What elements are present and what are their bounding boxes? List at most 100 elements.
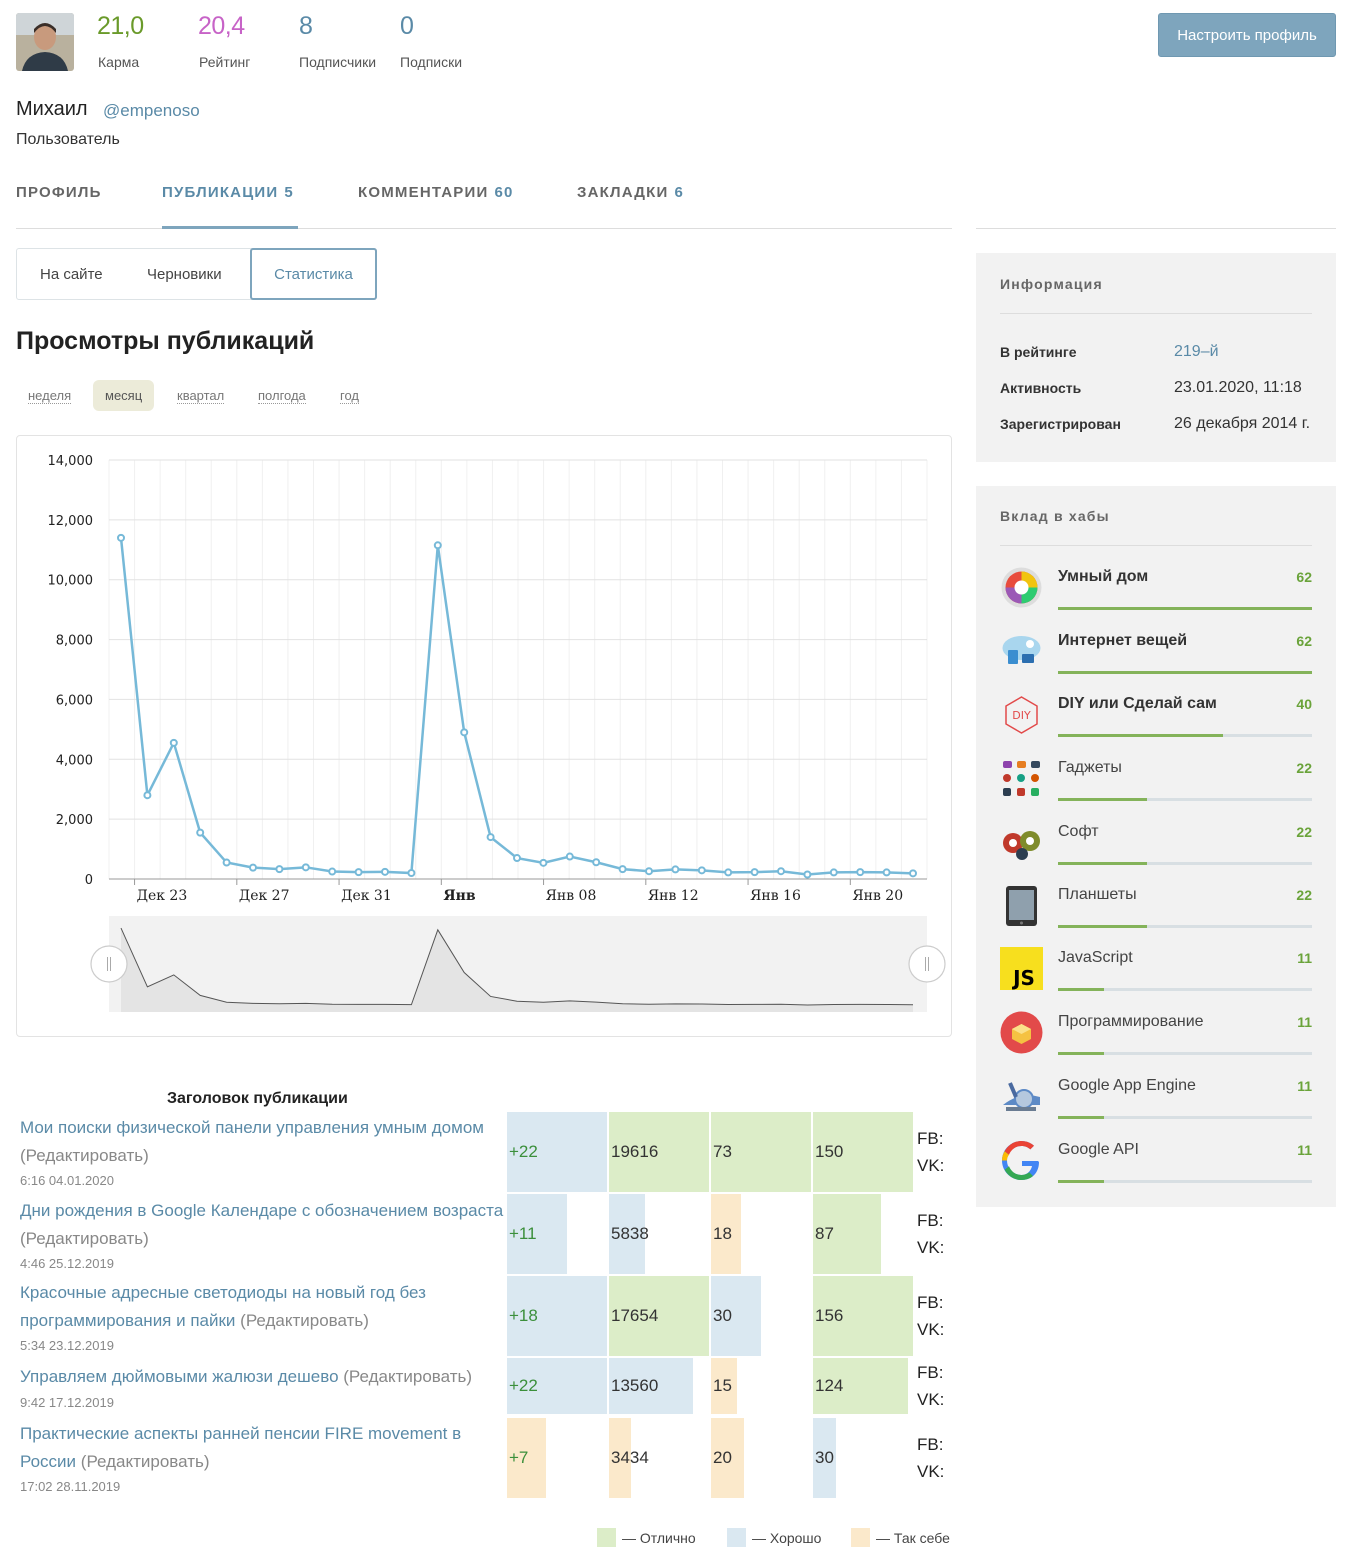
publication-title[interactable]: Управляем дюймовыми жалюзи дешево [20, 1367, 339, 1386]
stat-cell-comments: 30 [813, 1418, 913, 1498]
stat-cell-rating: +11 [507, 1194, 607, 1274]
followers-value[interactable]: 8 [299, 12, 313, 41]
tab-profile[interactable]: Профиль [16, 184, 102, 201]
hub-name[interactable]: Гаджеты [1058, 759, 1288, 777]
hub-name[interactable]: Умный дом [1058, 568, 1288, 586]
hub-score: 62 [1296, 633, 1312, 649]
user-nick[interactable]: @empenoso [103, 101, 200, 121]
publication-title-link[interactable]: Красочные адресные светодиоды на новый г… [20, 1279, 505, 1335]
data-point [750, 868, 759, 877]
avatar[interactable] [16, 13, 74, 71]
publication-date: 5:34 23.12.2019 [20, 1338, 114, 1353]
series-line [119, 537, 914, 876]
publication-title-link[interactable]: Управляем дюймовыми жалюзи дешево (Редак… [20, 1363, 505, 1391]
period-halfyear[interactable]: полгода [258, 380, 306, 411]
hubs-panel: Вклад в хабы Умный дом 62 Интернет вещей 62… [976, 486, 1336, 1207]
period-week[interactable]: неделя [28, 380, 72, 411]
data-point [697, 866, 706, 875]
navigator-handle-left[interactable] [90, 945, 128, 983]
stat-value-bookmarks: 30 [713, 1306, 732, 1325]
javascript-icon[interactable]: JS [1000, 947, 1043, 990]
subtab-statistics[interactable]: Статистика [250, 248, 377, 300]
iot-icon[interactable] [1000, 630, 1043, 673]
y-tick-label: 10,000 [48, 574, 94, 589]
hub-name[interactable]: Планшеты [1058, 886, 1288, 904]
google-api-icon[interactable] [1000, 1139, 1043, 1182]
edit-link[interactable]: (Редактировать) [343, 1367, 472, 1386]
smart-home-icon[interactable] [1000, 566, 1043, 609]
stat-cell-bookmarks: 73 [711, 1112, 811, 1192]
rating-label: Рейтинг [199, 54, 251, 70]
vk-label: VK: [917, 1238, 945, 1257]
hub-name[interactable]: Интернет вещей [1058, 632, 1288, 650]
software-icon[interactable] [1000, 821, 1043, 864]
x-tick-label: Янв 20 [852, 888, 903, 904]
edit-link[interactable]: (Редактировать) [240, 1311, 369, 1330]
edit-link[interactable]: (Редактировать) [81, 1452, 210, 1471]
data-point [433, 541, 442, 550]
vk-label: VK: [917, 1320, 945, 1339]
info-value-rating[interactable]: 219–й [1174, 343, 1219, 361]
stat-value-views: 5838 [611, 1224, 649, 1243]
publication-title-link[interactable]: Дни рождения в Google Календаре с обозна… [20, 1197, 505, 1253]
stat-value-views: 19616 [611, 1142, 659, 1161]
publication-title[interactable]: Мои поиски физической панели управления … [20, 1118, 484, 1137]
hub-name[interactable]: Google App Engine [1058, 1077, 1288, 1095]
info-value-activity: 23.01.2020, 11:18 [1174, 379, 1302, 396]
hub-name[interactable]: Программирование [1058, 1013, 1288, 1031]
settings-profile-button[interactable]: Настроить профиль [1158, 13, 1336, 57]
tab-comments[interactable]: Комментарии 60 [358, 184, 514, 201]
fb-label: FB: [917, 1435, 944, 1454]
hub-progress-fill [1058, 925, 1147, 928]
svg-text:JS: JS [1011, 966, 1035, 990]
y-tick-label: 8,000 [56, 634, 93, 649]
legend-so-so: — Так себе [876, 1530, 950, 1546]
hub-name[interactable]: DIY или Сделай сам [1058, 695, 1288, 713]
tablet-icon[interactable] [1000, 884, 1043, 927]
stat-cell-bookmarks: 30 [711, 1276, 811, 1356]
publication-title[interactable]: Дни рождения в Google Календаре с обозна… [20, 1201, 503, 1220]
period-quarter[interactable]: квартал [177, 380, 225, 411]
subtab-drafts[interactable]: Черновики [147, 249, 222, 299]
programming-icon[interactable] [1000, 1011, 1043, 1054]
tab-bookmarks[interactable]: Закладки 6 [577, 184, 684, 201]
period-year[interactable]: год [340, 380, 359, 411]
subtab-on-site[interactable]: На сайте [40, 249, 103, 299]
followers-label[interactable]: Подписчики [299, 54, 376, 70]
stat-value-bookmarks: 20 [713, 1448, 732, 1467]
active-tab-indicator [162, 226, 298, 229]
hub-progress-fill [1058, 1116, 1104, 1119]
hub-name[interactable]: JavaScript [1058, 949, 1288, 967]
navigator-handle-right[interactable] [908, 945, 946, 983]
social-shares: FB: VK: [917, 1125, 944, 1179]
publication-title-link[interactable]: Мои поиски физической панели управления … [20, 1114, 505, 1170]
data-point [882, 868, 891, 877]
hub-progress-fill [1058, 671, 1312, 674]
following-label[interactable]: Подписки [400, 54, 462, 70]
hub-name[interactable]: Google API [1058, 1141, 1288, 1159]
stat-value-comments: 87 [815, 1224, 834, 1243]
edit-link[interactable]: (Редактировать) [20, 1229, 149, 1248]
google-app-engine-icon[interactable] [1000, 1075, 1043, 1118]
data-point [117, 533, 125, 542]
hub-name[interactable]: Софт [1058, 823, 1288, 841]
stat-value-rating: +18 [509, 1306, 538, 1325]
social-shares: FB: VK: [917, 1207, 944, 1261]
views-chart-svg: 0 2,000 4,000 6,000 8,000 10,000 12,000 14,000 Д… [48, 454, 946, 1012]
diy-icon[interactable]: DIY [1000, 693, 1043, 736]
following-value[interactable]: 0 [400, 12, 414, 41]
hub-progress-fill [1058, 1180, 1104, 1183]
period-month[interactable]: месяц [93, 380, 155, 411]
views-chart: 0 2,000 4,000 6,000 8,000 10,000 12,000 14,000 Д… [16, 435, 952, 1037]
x-tick-label: Янв 12 [648, 888, 699, 904]
hubs-rule [1000, 545, 1312, 546]
vk-label: VK: [917, 1390, 945, 1409]
tab-publications[interactable]: Публикации 5 [162, 184, 294, 201]
publication-title-link[interactable]: Практические аспекты ранней пенсии FIRE … [20, 1420, 505, 1476]
data-point [460, 728, 469, 737]
hub-progress-track [1058, 1052, 1312, 1055]
gadgets-icon[interactable] [1000, 757, 1043, 800]
edit-link[interactable]: (Редактировать) [20, 1146, 149, 1165]
publication-date: 17:02 28.11.2019 [20, 1479, 121, 1494]
data-point [565, 852, 574, 861]
